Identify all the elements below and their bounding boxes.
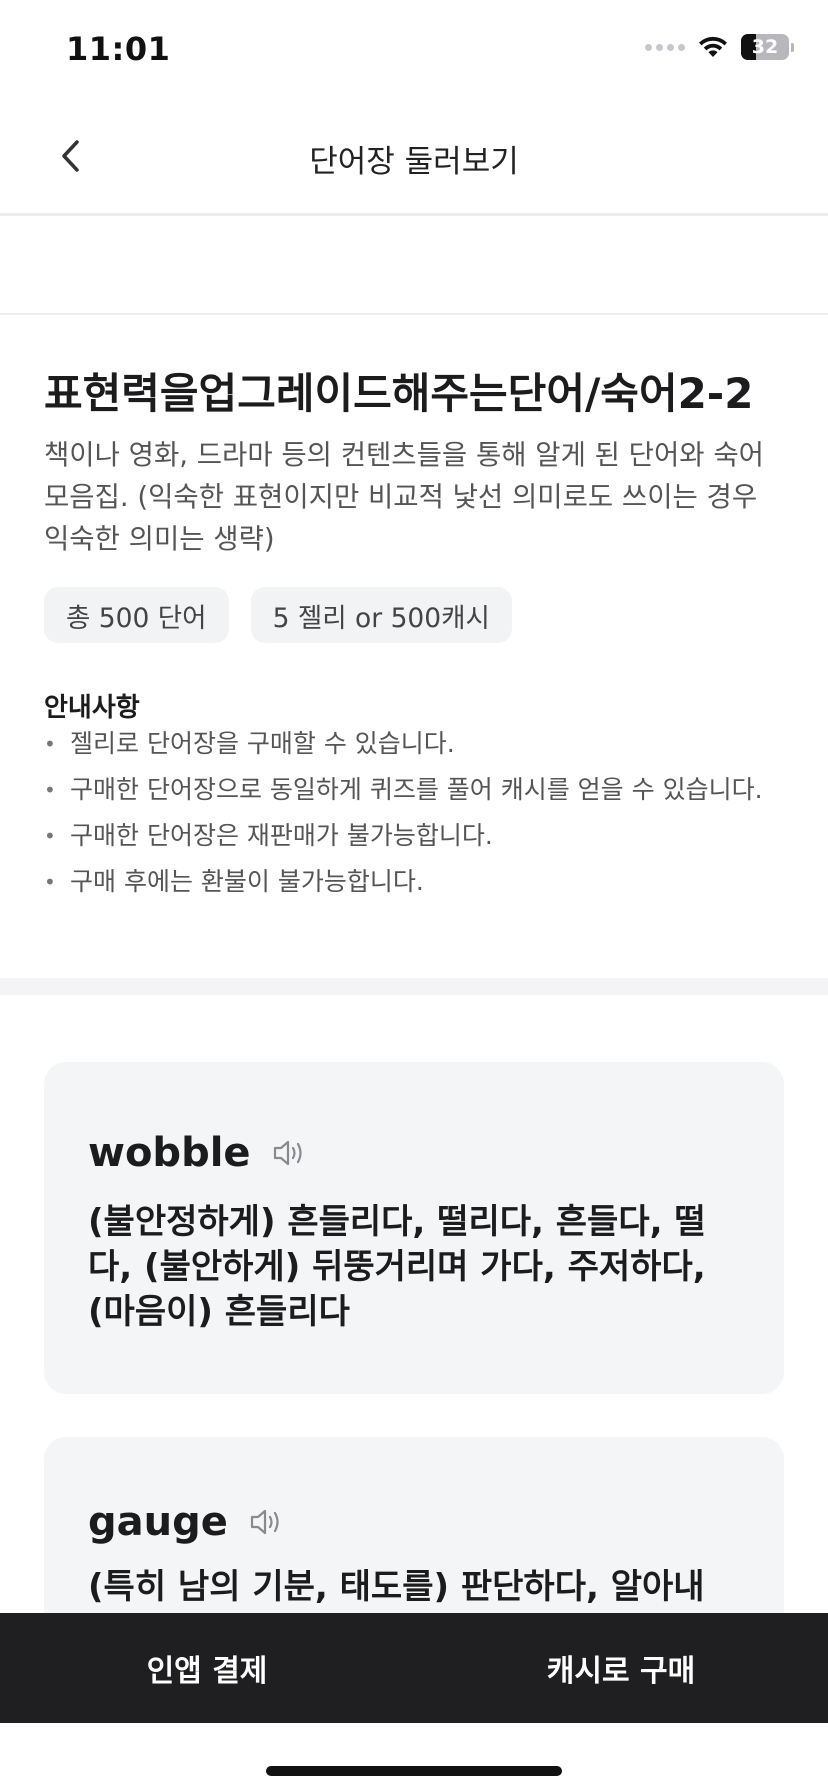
home-indicator[interactable] — [266, 1766, 562, 1776]
notice-list: • 젤리로 단어장을 구매할 수 있습니다. • 구매한 단어장으로 동일하게 … — [44, 727, 774, 911]
notice-item-text: 젤리로 단어장을 구매할 수 있습니다. — [70, 729, 455, 758]
battery-level: 32 — [751, 36, 779, 58]
cellular-signal-icon — [645, 43, 685, 51]
wifi-icon — [699, 36, 727, 57]
speaker-icon[interactable] — [271, 1136, 309, 1170]
word-count-chip: 총 500 단어 — [44, 587, 229, 643]
notice-item-text: 구매한 단어장은 재판매가 불가능합니다. — [70, 821, 493, 850]
price-chip: 5 젤리 or 500캐시 — [250, 587, 512, 643]
word-meaning: (불안정하게) 흔들리다, 떨리다, 흔들다, 떨다, (불안하게) 뒤뚱거리며… — [88, 1202, 706, 1332]
bullet-icon: • — [44, 778, 56, 802]
word-header: gauge — [88, 1499, 286, 1545]
ad-banner[interactable] — [0, 213, 828, 315]
wordbook-description: 책이나 영화, 드라마 등의 컨텐츠들을 통해 알게 된 단어와 숙어 모음집.… — [44, 439, 764, 555]
notice-item: • 구매 후에는 환불이 불가능합니다. — [44, 865, 774, 899]
notice-item: • 젤리로 단어장을 구매할 수 있습니다. — [44, 727, 774, 761]
word-text: gauge — [88, 1499, 228, 1545]
speaker-icon[interactable] — [248, 1505, 286, 1539]
wordbook-chips: 총 500 단어 5 젤리 or 500캐시 — [44, 587, 512, 643]
cash-purchase-button[interactable]: 캐시로 구매 — [414, 1613, 828, 1723]
battery-tip — [791, 42, 794, 52]
section-divider — [0, 978, 828, 995]
word-text: wobble — [88, 1130, 251, 1176]
word-card: wobble (불안정하게) 흔들리다, 떨리다, 흔들다, 떨다, (불안하게… — [44, 1062, 784, 1394]
nav-header: 단어장 둘러보기 — [0, 100, 828, 212]
notice-item-text: 구매 후에는 환불이 불가능합니다. — [70, 867, 424, 896]
status-indicators: 32 — [645, 34, 794, 60]
notice-item-text: 구매한 단어장으로 동일하게 퀴즈를 풀어 캐시를 얻을 수 있습니다. — [70, 775, 763, 804]
in-app-purchase-button[interactable]: 인앱 결제 — [0, 1613, 414, 1723]
purchase-bar: 인앱 결제 캐시로 구매 — [0, 1613, 828, 1723]
bullet-icon: • — [44, 732, 56, 756]
bullet-icon: • — [44, 870, 56, 894]
notice-item: • 구매한 단어장으로 동일하게 퀴즈를 풀어 캐시를 얻을 수 있습니다. — [44, 773, 774, 807]
page-title: 단어장 둘러보기 — [309, 144, 519, 180]
bullet-icon: • — [44, 824, 56, 848]
status-time: 11:01 — [66, 30, 171, 68]
wordbook-title: 표현력을업그레이드해주는단어/숙어2-2 — [44, 369, 754, 418]
notice-item: • 구매한 단어장은 재판매가 불가능합니다. — [44, 819, 774, 853]
word-header: wobble — [88, 1130, 309, 1176]
notice-title: 안내사항 — [44, 693, 140, 723]
battery-icon: 32 — [741, 34, 789, 60]
status-bar: 11:01 32 — [0, 0, 828, 100]
